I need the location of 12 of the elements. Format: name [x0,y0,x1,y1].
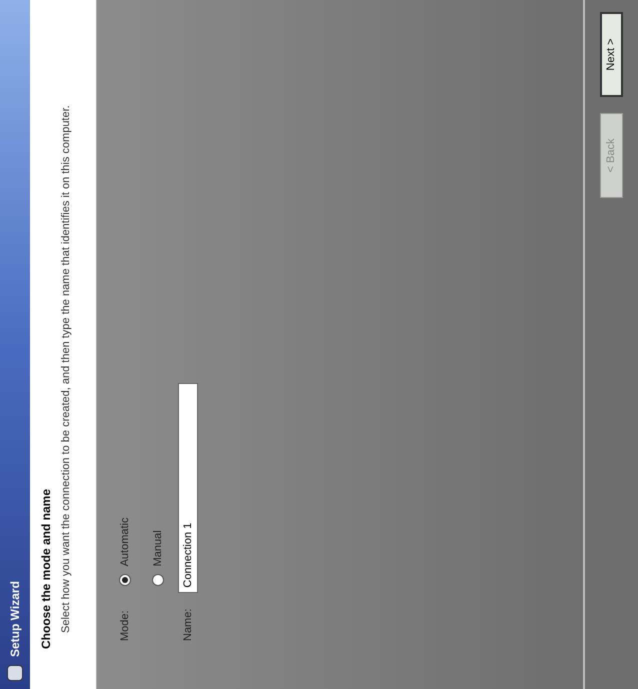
app-icon [7,665,23,681]
radio-option[interactable]: Automatic [117,518,134,586]
window-title: Setup Wizard [7,581,23,657]
wizard-button[interactable]: Next > [600,12,623,97]
mode-label: Mode: [118,610,132,641]
radio-button[interactable] [119,574,132,586]
radio-option[interactable]: Manual [150,518,166,586]
radio-button[interactable] [152,574,164,586]
header-title: Choose the mode and name [38,488,54,649]
name-label: Name: [180,608,195,641]
name-field[interactable]: Connection 1 [178,382,198,593]
header-description: Select how you want the connection to be created, and then type the name that identifies it on this computer. [59,104,73,635]
